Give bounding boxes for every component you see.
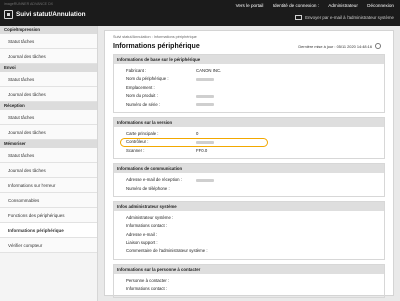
info-label: Numéro de téléphone :: [126, 185, 170, 191]
sidebar-section-head: Réception: [0, 102, 97, 110]
redacted-value: [196, 94, 214, 98]
login-user: Administrateur: [328, 3, 358, 8]
info-row: Informations contact :: [114, 222, 384, 230]
sidebar-item[interactable]: Vérifier compteur: [0, 238, 97, 253]
sidebar-section-head: Copie/Impression: [0, 26, 97, 34]
sidebar-item[interactable]: Statut tâches: [0, 110, 97, 125]
highlight-outline: [120, 138, 268, 148]
section-title: Informations de communication: [114, 164, 384, 174]
info-section: Informations sur la version Carte princip…: [113, 116, 385, 160]
sidebar-item[interactable]: Informations périphérique: [0, 223, 97, 238]
login-id-label: Identité de connexion :: [272, 3, 319, 8]
info-row: Adresse e-mail de réception :: [114, 176, 384, 184]
info-row: Nom du produit :: [114, 92, 384, 100]
info-value: FF0.0: [196, 147, 208, 153]
device-name: imageRUNNER ADVANCE DX: [4, 2, 54, 6]
sidebar-item[interactable]: Consommables: [0, 193, 97, 208]
sidebar-item[interactable]: Journal des tâches: [0, 49, 97, 64]
info-sections: Informations de base sur le périphérique…: [113, 54, 385, 298]
redacted-value: [196, 178, 214, 182]
info-section: Infos administrateur système Administrate…: [113, 200, 385, 260]
info-label: Numéro de série :: [126, 101, 161, 107]
info-label: Nom du produit :: [126, 93, 158, 99]
info-label: Liaison support :: [126, 240, 158, 246]
info-value: 0: [196, 130, 199, 136]
breadcrumb: Suivi statut/Annulation : Informations p…: [113, 35, 197, 39]
redacted-value: [196, 103, 214, 107]
section-title: Informations sur la version: [114, 117, 384, 127]
status-monitor-icon: [4, 10, 13, 19]
info-section: Informations de communication Adresse e-m…: [113, 163, 385, 197]
info-row: Scanner : FF0.0: [114, 147, 384, 155]
portal-link[interactable]: Vers le portail: [236, 3, 264, 8]
mail-admin-label: Envoyer par e-mail à l'administrateur sy…: [305, 15, 394, 20]
sidebar-item[interactable]: Statut tâches: [0, 72, 97, 87]
envelope-icon: [295, 15, 303, 20]
last-updated: Dernière mise à jour : 05/11 2020 14:48:…: [298, 43, 381, 49]
info-row: Adresse e-mail :: [114, 231, 384, 239]
section-title: Informations de base sur le périphérique: [114, 55, 384, 64]
app-title-group: Suivi statut/Annulation: [4, 10, 86, 19]
info-label: Adresse e-mail :: [126, 231, 158, 237]
logout-link[interactable]: Déconnexion: [367, 3, 394, 8]
info-row: Contrôleur :: [114, 138, 384, 148]
info-row: Commentaire de l'administrateur système …: [114, 247, 384, 255]
info-row: Fabricant : CANON INC.: [114, 67, 384, 75]
info-row: Emplacement :: [114, 84, 384, 92]
info-row: Informations contact :: [114, 285, 384, 293]
info-label: Nom du périphérique :: [126, 76, 169, 82]
info-row: Numéro de série :: [114, 101, 384, 109]
info-label: Commentaire de l'administrateur système …: [126, 248, 208, 254]
info-row: Administrateur système :: [114, 214, 384, 222]
sidebar-item[interactable]: Journal des tâches: [0, 125, 97, 140]
info-row: Nom du périphérique :: [114, 75, 384, 83]
sidebar-item[interactable]: Statut tâches: [0, 34, 97, 49]
info-label: Emplacement :: [126, 84, 155, 90]
sidebar-item[interactable]: Fonctions des périphériques: [0, 208, 97, 223]
sidebar-item[interactable]: Journal des tâches: [0, 87, 97, 102]
sidebar-section-head: Envoi: [0, 64, 97, 72]
header-nav: Vers le portail Identité de connexion : …: [228, 3, 394, 8]
sidebar: Copie/Impression Statut tâches Journal des…: [0, 26, 98, 301]
info-label: Adresse e-mail de réception :: [126, 177, 182, 183]
info-label: Administrateur système :: [126, 214, 174, 220]
info-label: Personne à contacter :: [126, 277, 170, 283]
info-row: Liaison support :: [114, 239, 384, 247]
info-row: Carte principale : 0: [114, 130, 384, 138]
info-value: CANON INC.: [196, 68, 222, 73]
section-title: Infos administrateur système: [114, 201, 384, 211]
sidebar-item[interactable]: Statut tâches: [0, 148, 97, 163]
main-panel: Suivi statut/Annulation : Informations p…: [104, 30, 394, 298]
section-title: Informations sur la personne à contacter: [114, 264, 384, 274]
refresh-icon[interactable]: [375, 43, 381, 49]
info-label: Scanner :: [126, 147, 145, 153]
info-section: Informations de base sur le périphérique…: [113, 54, 385, 113]
sidebar-item[interactable]: Informations sur l'erreur: [0, 178, 97, 193]
last-updated-text: Dernière mise à jour : 05/11 2020 14:48:…: [298, 43, 372, 49]
info-row: Numéro de téléphone :: [114, 185, 384, 193]
info-label: Informations contact :: [126, 223, 168, 229]
info-section: Informations sur la personne à contacter…: [113, 263, 385, 298]
info-label: Fabricant :: [126, 68, 147, 73]
redacted-value: [196, 78, 214, 82]
sidebar-section-head: Mémoriser: [0, 140, 97, 148]
sidebar-item[interactable]: Journal des tâches: [0, 163, 97, 178]
info-label: Carte principale :: [126, 130, 159, 136]
info-label: Informations contact :: [126, 286, 168, 292]
app-title: Suivi statut/Annulation: [16, 11, 86, 18]
top-header: imageRUNNER ADVANCE DX Suivi statut/Annu…: [0, 0, 400, 26]
mail-admin-link[interactable]: Envoyer par e-mail à l'administrateur sy…: [295, 15, 394, 20]
info-row: Personne à contacter :: [114, 277, 384, 285]
